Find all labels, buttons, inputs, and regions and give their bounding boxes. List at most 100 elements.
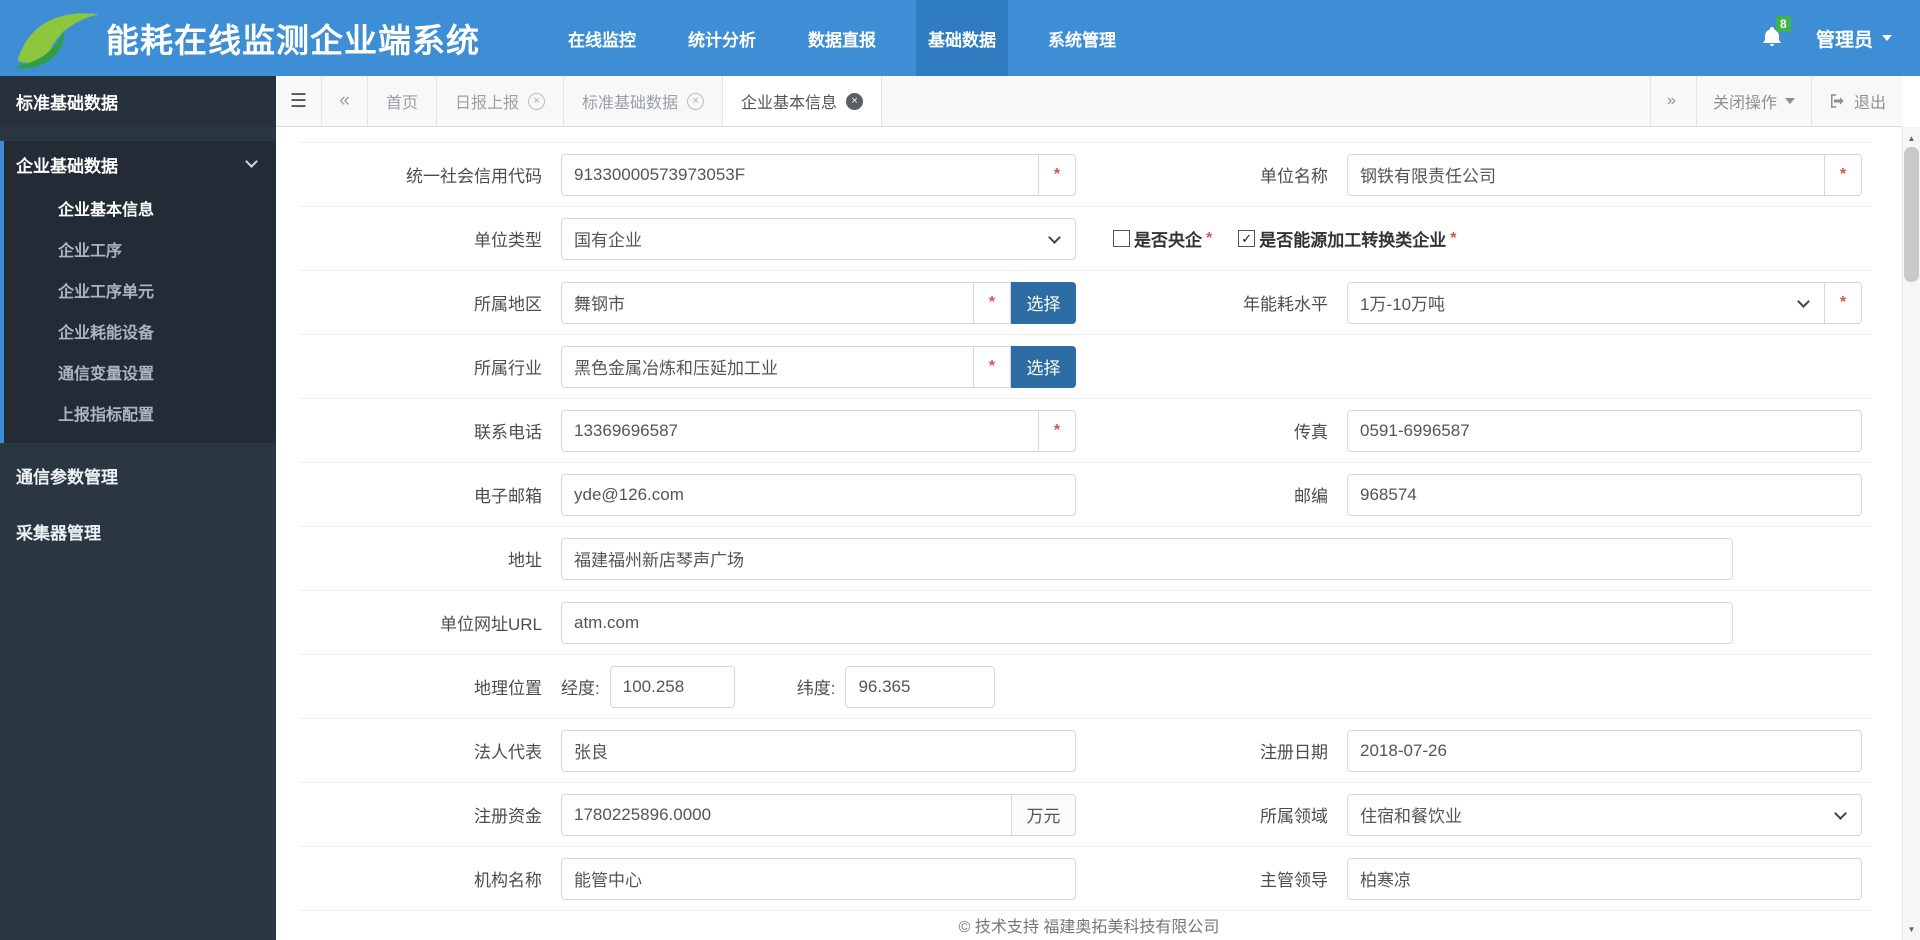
sidebar-item-comm-variable-settings[interactable]: 通信变量设置: [4, 351, 276, 392]
sidebar-item-enterprise-process-unit[interactable]: 企业工序单元: [4, 269, 276, 310]
scroll-down-icon[interactable]: ▼: [1903, 920, 1920, 938]
scrollbar-thumb[interactable]: [1904, 147, 1919, 282]
field-label: 电子邮箱: [474, 487, 542, 506]
field-label: 年能耗水平: [1243, 295, 1328, 314]
nav-online-monitoring[interactable]: 在线监控: [556, 0, 648, 76]
nav-system-management[interactable]: 系统管理: [1036, 0, 1128, 76]
longitude-label: 经度:: [561, 679, 600, 698]
region-input[interactable]: [561, 281, 974, 324]
field-label: 所属领域: [1260, 807, 1328, 826]
unit-name-input[interactable]: [1347, 153, 1825, 196]
scroll-tabs-right-icon[interactable]: »: [1649, 76, 1696, 126]
form-row: 所属行业 * 选择: [300, 335, 1872, 399]
sidebar-item-report-indicator-config[interactable]: 上报指标配置: [4, 392, 276, 433]
credit-code-input[interactable]: [561, 153, 1039, 196]
form-row: 电子邮箱 邮编: [300, 463, 1872, 527]
nav-data-reporting[interactable]: 数据直报: [796, 0, 888, 76]
app-title: 能耗在线监测企业端系统: [106, 22, 480, 59]
sidebar-item-enterprise-process[interactable]: 企业工序: [4, 228, 276, 269]
fax-input[interactable]: [1347, 409, 1862, 452]
logout-icon: [1830, 94, 1844, 108]
sidebar-group-enterprise-basic-data: 企业基础数据 企业基本信息 企业工序 企业工序单元 企业耗能设备 通信变量设置 …: [0, 141, 276, 443]
energy-level-select[interactable]: 1万-10万吨: [1347, 281, 1825, 324]
tab-home[interactable]: 首页: [368, 76, 438, 126]
field-label: 统一社会信用代码: [406, 167, 542, 186]
sidebar-item-enterprise-basic-data[interactable]: 企业基础数据: [4, 141, 276, 187]
field-label: 机构名称: [474, 871, 542, 890]
nav-basic-data[interactable]: 基础数据: [916, 0, 1008, 76]
form-row: 单位类型 国有企业 是否央企 * ✓ 是否能源加工转换类企业 *: [300, 207, 1872, 271]
unit-type-select[interactable]: 国有企业: [561, 217, 1076, 260]
field-label: 主管领导: [1260, 871, 1328, 890]
vertical-scrollbar[interactable]: ▲ ▼: [1902, 127, 1920, 940]
legal-representative-input[interactable]: [561, 729, 1076, 772]
organization-name-input[interactable]: [561, 857, 1076, 900]
chevron-down-icon: [1834, 806, 1847, 820]
enterprise-info-form: 统一社会信用代码 * 单位名称 * 单位类型 国有企业: [300, 142, 1872, 911]
sidebar-item-enterprise-basic-info[interactable]: 企业基本信息: [4, 187, 276, 228]
chevron-down-icon: [1048, 230, 1061, 244]
chevron-down-icon: [245, 155, 258, 168]
required-addon: *: [1825, 153, 1862, 196]
form-row: 机构名称 主管领导: [300, 847, 1872, 911]
longitude-input[interactable]: [609, 665, 735, 708]
field-label: 单位网址URL: [439, 615, 542, 634]
tabbar-right-controls: » 关闭操作 退出: [1649, 76, 1902, 126]
region-select-button[interactable]: 选择: [1011, 281, 1076, 324]
user-menu[interactable]: 管理员: [1816, 25, 1892, 52]
tab-close-icon[interactable]: ×: [846, 92, 864, 110]
sidebar: 标准基础数据 企业基础数据 企业基本信息 企业工序 企业工序单元 企业耗能设备 …: [0, 76, 276, 940]
field-label: 地址: [508, 551, 542, 570]
field-label: 单位名称: [1260, 167, 1328, 186]
sidebar-item-collector-management[interactable]: 采集器管理: [0, 507, 276, 555]
select-value: 国有企业: [574, 231, 642, 250]
energy-conversion-option[interactable]: ✓ 是否能源加工转换类企业 *: [1238, 226, 1456, 251]
form-row: 注册资金 万元 所属领域 住宿和餐饮业: [300, 783, 1872, 847]
hamburger-menu-icon[interactable]: ☰: [276, 76, 322, 126]
leader-input[interactable]: [1347, 857, 1862, 900]
email-input[interactable]: [561, 473, 1076, 516]
nav-statistics[interactable]: 统计分析: [676, 0, 768, 76]
address-input[interactable]: [561, 537, 1733, 580]
central-enterprise-option[interactable]: 是否央企 *: [1113, 226, 1212, 251]
tab-close-icon[interactable]: ×: [528, 92, 546, 110]
form-row: 所属地区 * 选择 年能耗水平 1万-10万吨 *: [300, 271, 1872, 335]
registration-date-input[interactable]: [1347, 729, 1862, 772]
checkbox-energy-conversion[interactable]: ✓: [1238, 230, 1256, 247]
sidebar-item-comm-parameter-management[interactable]: 通信参数管理: [0, 451, 276, 499]
website-url-input[interactable]: [561, 601, 1733, 644]
caret-down-icon: [1882, 35, 1892, 41]
checkbox-central-enterprise[interactable]: [1113, 230, 1130, 247]
required-addon: *: [1825, 281, 1862, 324]
industry-input[interactable]: [561, 345, 974, 388]
tab-enterprise-basic-info[interactable]: 企业基本信息 ×: [723, 76, 883, 126]
industry-select-button[interactable]: 选择: [1011, 345, 1076, 388]
tab-daily-report[interactable]: 日报上报 ×: [437, 76, 565, 126]
tab-label: 企业基本信息: [741, 95, 838, 112]
close-operations-menu[interactable]: 关闭操作: [1695, 76, 1811, 126]
brand: 能耗在线监测企业端系统: [0, 0, 480, 76]
field-label: 联系电话: [474, 423, 542, 442]
required-mark: *: [988, 357, 996, 375]
app-header: 能耗在线监测企业端系统 在线监控 统计分析 数据直报 基础数据 系统管理 8 管…: [0, 0, 1920, 76]
header-right: 8 管理员: [1760, 0, 1920, 76]
logout-button[interactable]: 退出: [1810, 76, 1902, 126]
latitude-input[interactable]: [845, 665, 996, 708]
checkbox-label: 是否央企: [1134, 231, 1202, 250]
field-label: 单位类型: [474, 231, 542, 250]
zip-input[interactable]: [1347, 473, 1862, 516]
form-row: 单位网址URL: [300, 591, 1872, 655]
phone-input[interactable]: [561, 409, 1039, 452]
scroll-tabs-left-icon[interactable]: «: [322, 76, 368, 126]
latitude-label: 纬度:: [796, 679, 836, 698]
business-domain-select[interactable]: 住宿和餐饮业: [1347, 793, 1862, 836]
tab-close-icon[interactable]: ×: [687, 92, 705, 110]
required-addon: *: [974, 345, 1011, 388]
notifications-button[interactable]: 8: [1760, 16, 1791, 51]
tab-standard-basic-data[interactable]: 标准基础数据 ×: [564, 76, 724, 126]
registered-capital-input[interactable]: [561, 793, 1012, 836]
sidebar-item-energy-equipment[interactable]: 企业耗能设备: [4, 310, 276, 351]
field-label: 邮编: [1294, 487, 1328, 506]
form-row: 地址: [300, 527, 1872, 591]
scroll-up-icon[interactable]: ▲: [1903, 129, 1920, 147]
